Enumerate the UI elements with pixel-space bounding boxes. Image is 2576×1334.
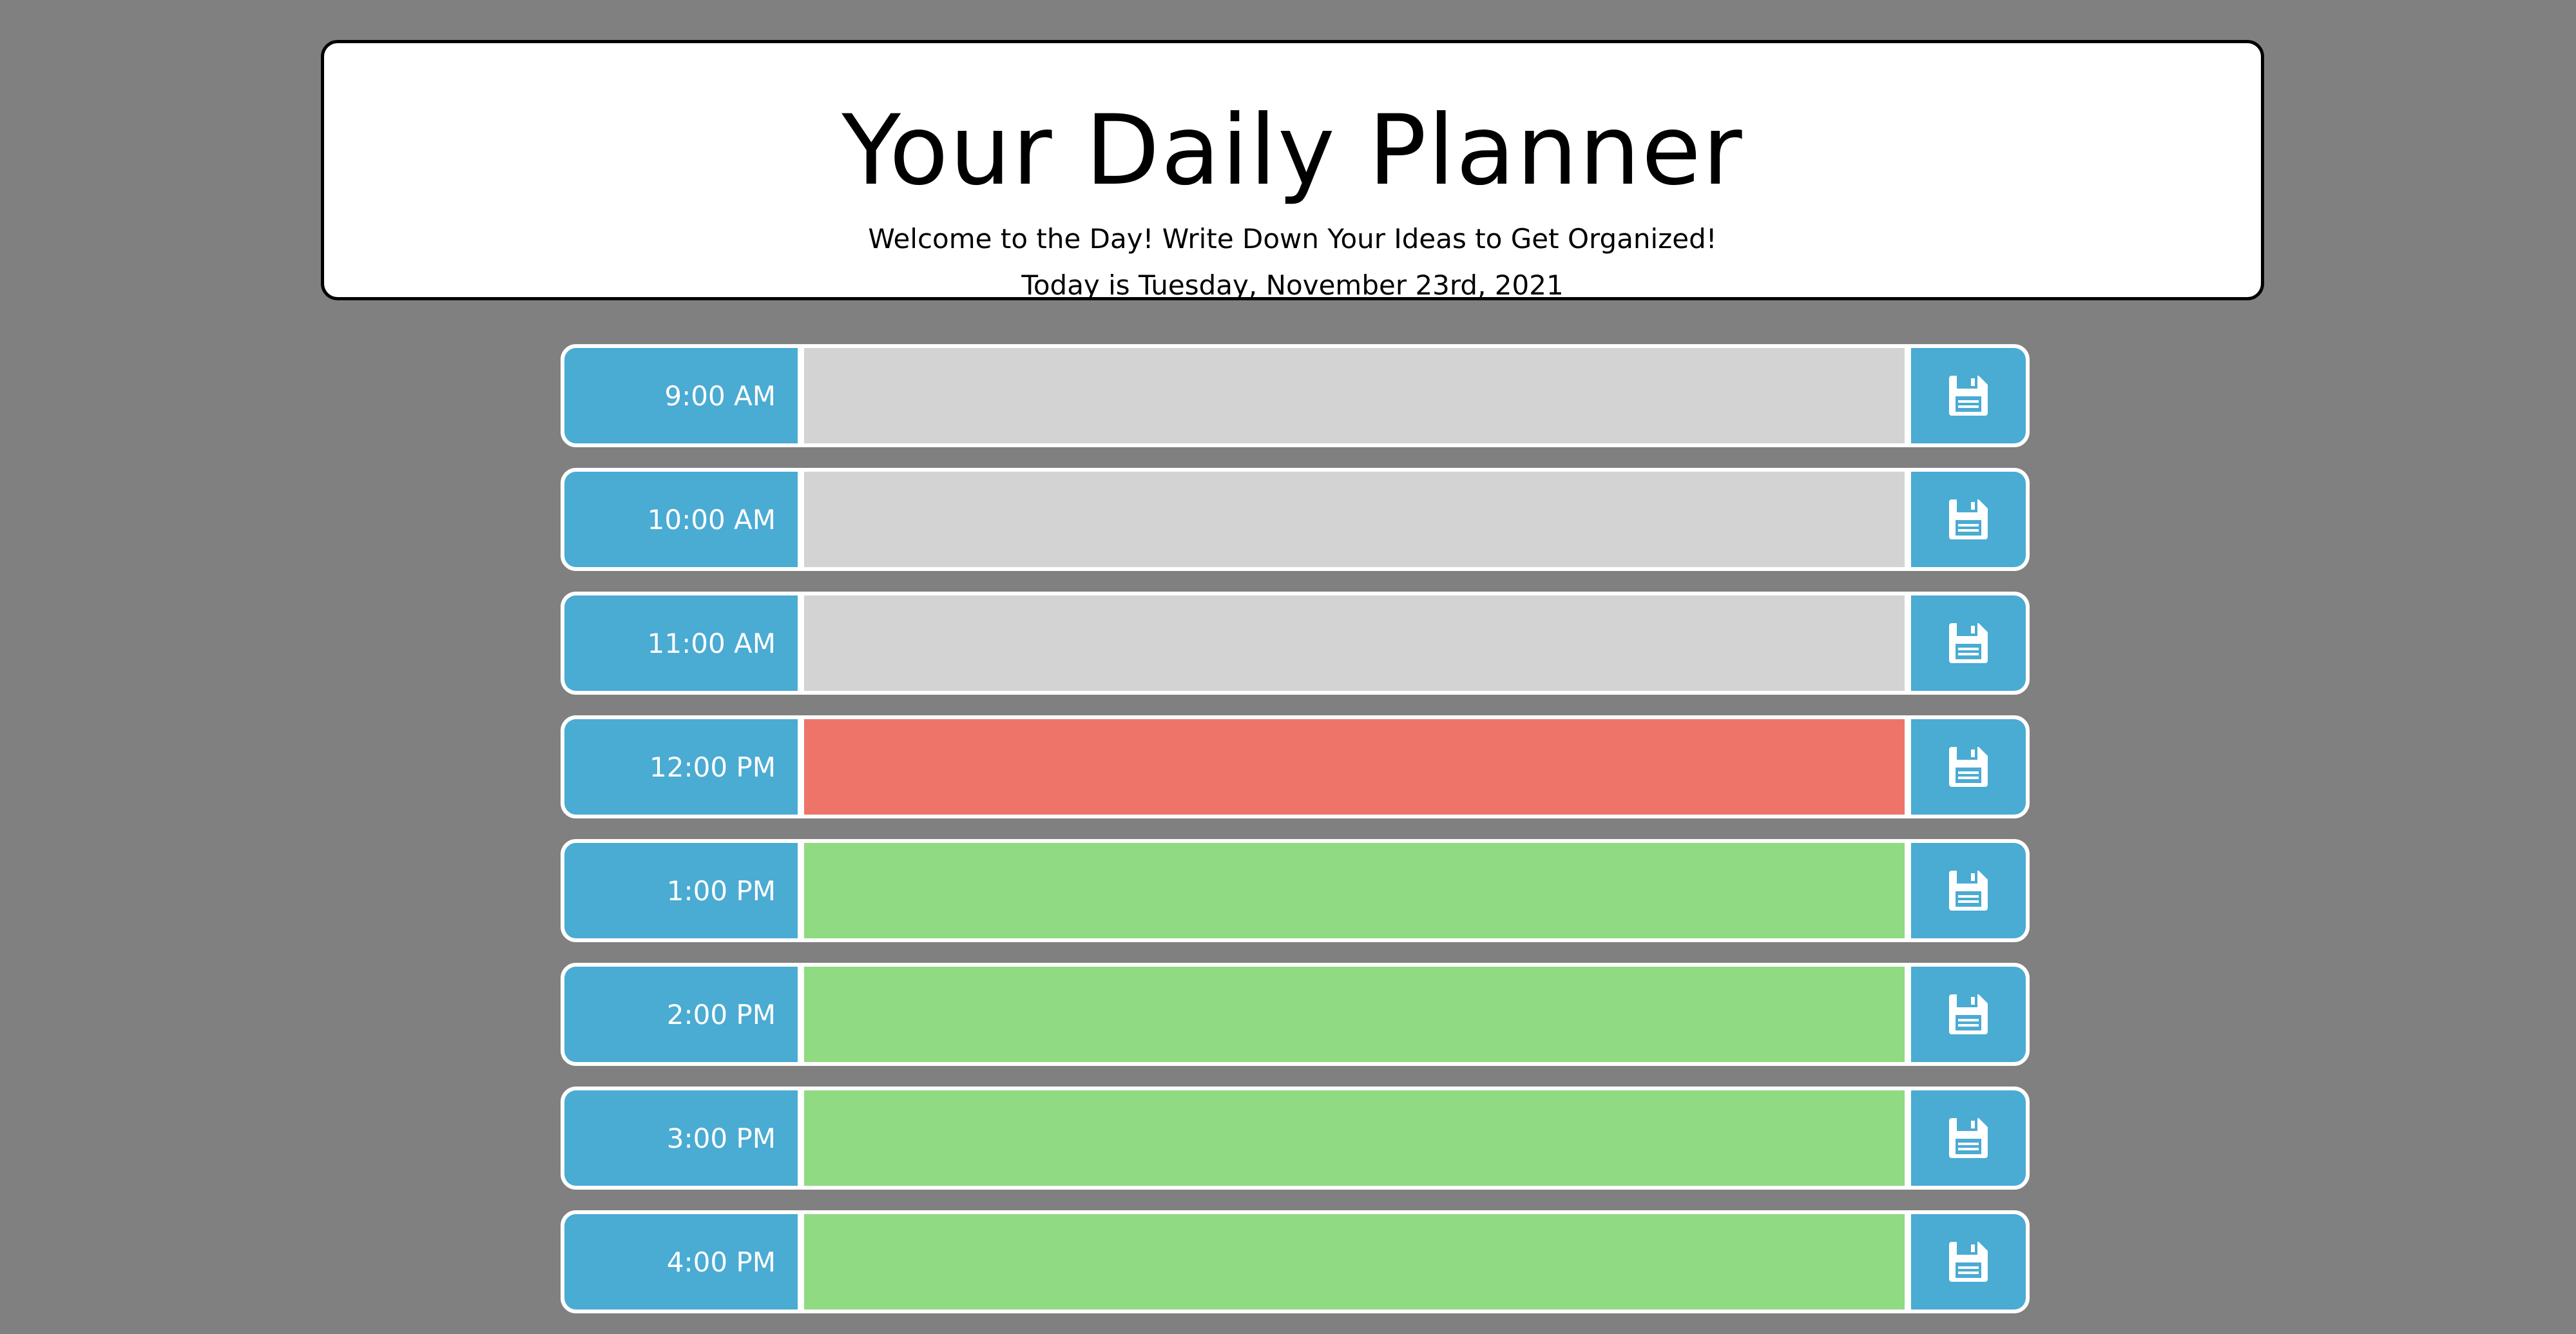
- event-description-input[interactable]: [804, 348, 1905, 443]
- save-button[interactable]: [1905, 472, 2026, 567]
- save-button[interactable]: [1905, 843, 2026, 938]
- save-button[interactable]: [1905, 719, 2026, 815]
- hour-label: 2:00 PM: [564, 967, 804, 1062]
- timeblock-row: 2:00 PM: [561, 963, 2030, 1066]
- save-icon: [1949, 376, 1988, 416]
- save-icon: [1949, 1118, 1988, 1158]
- timeblock-row: 3:00 PM: [561, 1087, 2030, 1190]
- timeblock-row: 12:00 PM: [561, 715, 2030, 818]
- event-description-input[interactable]: [804, 967, 1905, 1062]
- event-description-input[interactable]: [804, 719, 1905, 815]
- timeblock-row: 10:00 AM: [561, 468, 2030, 571]
- current-date: Today is Tuesday, November 23rd, 2021: [1021, 269, 1564, 301]
- timeblock-row: 1:00 PM: [561, 839, 2030, 942]
- event-description-input[interactable]: [804, 472, 1905, 567]
- save-icon: [1949, 499, 1988, 539]
- timeblock-row: 11:00 AM: [561, 592, 2030, 695]
- welcome-subtitle: Welcome to the Day! Write Down Your Idea…: [868, 223, 1717, 255]
- save-icon: [1949, 1242, 1988, 1282]
- save-button[interactable]: [1905, 595, 2026, 691]
- save-icon: [1949, 994, 1988, 1034]
- hour-label: 11:00 AM: [564, 595, 804, 691]
- event-description-input[interactable]: [804, 843, 1905, 938]
- hour-label: 10:00 AM: [564, 472, 804, 567]
- save-button[interactable]: [1905, 348, 2026, 443]
- event-description-input[interactable]: [804, 595, 1905, 691]
- hour-label: 4:00 PM: [564, 1214, 804, 1310]
- timeblock-row: 9:00 AM: [561, 344, 2030, 447]
- save-button[interactable]: [1905, 1214, 2026, 1310]
- event-description-input[interactable]: [804, 1214, 1905, 1310]
- timeblock-row: 4:00 PM: [561, 1210, 2030, 1313]
- save-button[interactable]: [1905, 1090, 2026, 1186]
- save-icon: [1949, 871, 1988, 911]
- page-title: Your Daily Planner: [841, 95, 1744, 207]
- hour-label: 9:00 AM: [564, 348, 804, 443]
- timeblock-list: 9:00 AM 10:00 AM 11:00 AM 12:00 PM 1:00 PM 2:…: [561, 344, 2030, 1334]
- save-button[interactable]: [1905, 967, 2026, 1062]
- save-icon: [1949, 623, 1988, 663]
- save-icon: [1949, 747, 1988, 787]
- hour-label: 1:00 PM: [564, 843, 804, 938]
- hour-label: 12:00 PM: [564, 719, 804, 815]
- event-description-input[interactable]: [804, 1090, 1905, 1186]
- hour-label: 3:00 PM: [564, 1090, 804, 1186]
- planner-header: Your Daily Planner Welcome to the Day! W…: [321, 40, 2264, 300]
